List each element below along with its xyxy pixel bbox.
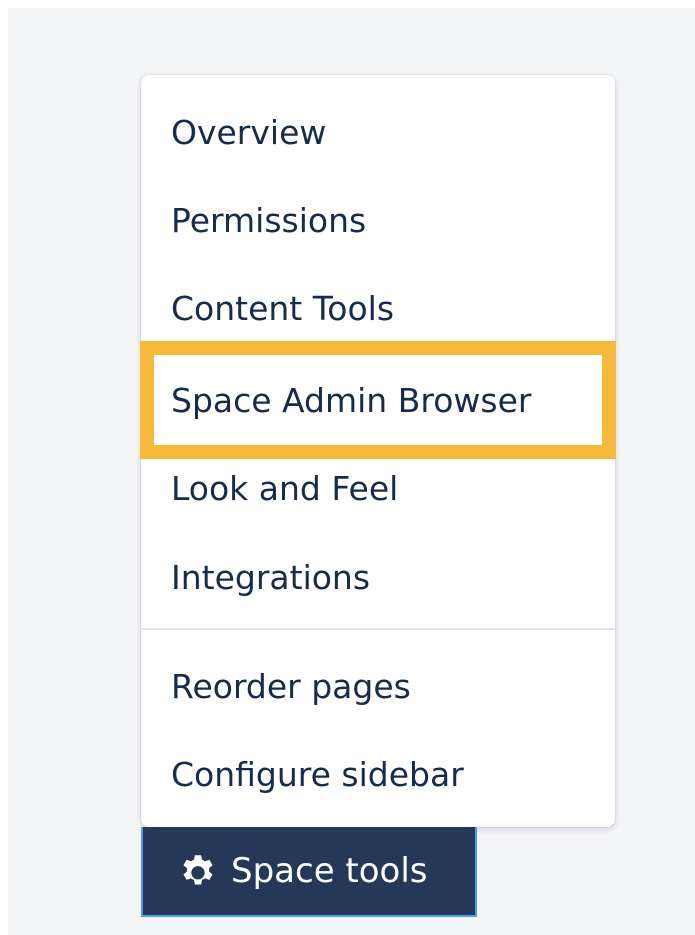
menu-item-configure-sidebar[interactable]: Configure sidebar [141, 734, 615, 814]
space-tools-label: Space tools [231, 851, 428, 891]
page-background: Overview Permissions Content Tools Space… [8, 8, 695, 935]
menu-item-content-tools[interactable]: Content Tools [141, 268, 615, 348]
space-tools-menu: Overview Permissions Content Tools Space… [140, 75, 616, 827]
menu-item-overview[interactable]: Overview [141, 92, 615, 172]
gear-icon [183, 855, 213, 885]
menu-item-reorder-pages[interactable]: Reorder pages [141, 646, 615, 726]
menu-item-integrations[interactable]: Integrations [141, 537, 615, 617]
menu-divider [141, 628, 615, 630]
menu-item-look-and-feel[interactable]: Look and Feel [141, 448, 615, 528]
menu-item-permissions[interactable]: Permissions [141, 180, 615, 260]
menu-item-space-admin-browser[interactable]: Space Admin Browser [140, 341, 616, 459]
space-tools-button[interactable]: Space tools [141, 827, 477, 917]
